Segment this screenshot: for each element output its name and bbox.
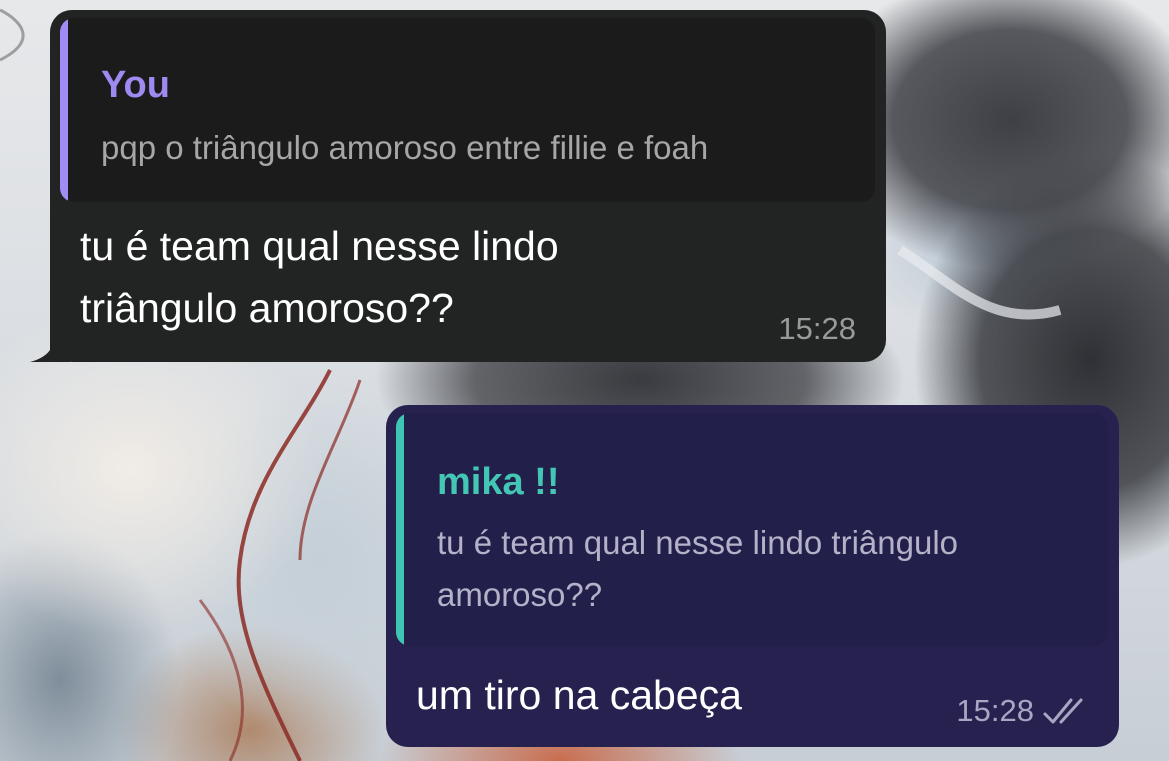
reply-quote[interactable]: You pqp o triângulo amoroso entre fillie…	[60, 18, 875, 202]
quote-text-line: tu é team qual nesse lindo triângulo	[437, 524, 959, 561]
quote-accent-bar	[60, 18, 68, 202]
bubble-tail	[30, 322, 70, 362]
message-timestamp: 15:28	[956, 693, 1034, 728]
reply-quote[interactable]: mika !! tu é team qual nesse lindo triân…	[396, 413, 1108, 646]
quote-accent-bar	[396, 413, 404, 646]
message-text: um tiro na cabeça	[416, 672, 742, 718]
quote-sender-name: You	[101, 64, 170, 106]
incoming-message-bubble[interactable]: You pqp o triângulo amoroso entre fillie…	[30, 10, 886, 362]
quote-sender-name: mika !!	[437, 461, 560, 503]
quote-text-line: amoroso??	[437, 576, 603, 613]
double-check-read-icon	[1043, 698, 1083, 724]
quote-text: pqp o triângulo amoroso entre fillie e f…	[101, 129, 709, 166]
chat-view: You pqp o triângulo amoroso entre fillie…	[0, 0, 1169, 761]
quote-text: tu é team qual nesse lindo triângulo amo…	[437, 517, 1097, 621]
message-text-line: triângulo amoroso??	[80, 285, 454, 331]
message-text-line: tu é team qual nesse lindo	[80, 223, 559, 269]
message-timestamp: 15:28	[778, 311, 856, 346]
message-text: tu é team qual nesse lindo triângulo amo…	[80, 215, 740, 339]
outgoing-message-bubble[interactable]: mika !! tu é team qual nesse lindo triân…	[386, 405, 1119, 747]
